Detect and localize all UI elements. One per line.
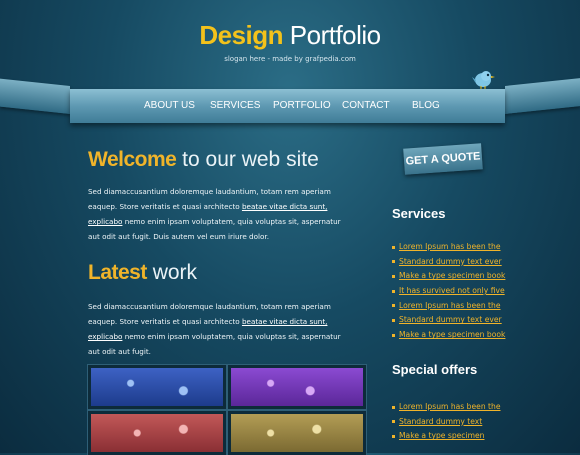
welcome-heading-rest: to our web site [182, 148, 319, 171]
services-link[interactable]: Make a type specimen book [399, 271, 505, 280]
nav-band: ABOUT US SERVICES PORTFOLIO CONTACT BLOG [70, 89, 505, 123]
square-bullet-icon [392, 304, 395, 308]
welcome-text-after: nemo enim ipsam voluptatem, quia volupta… [88, 217, 341, 241]
nav-item-about-us[interactable]: ABOUT US [144, 100, 195, 111]
latest-text-after: nemo enim ipsam voluptatem, quia volupta… [88, 332, 341, 356]
nav-ribbon-left [0, 78, 70, 114]
list-item: Standard dummy text [392, 415, 501, 430]
offers-link[interactable]: Make a type specimen [399, 431, 484, 440]
list-item: It has survived not only five [392, 284, 505, 299]
list-item: Standard dummy text ever [392, 255, 505, 270]
list-item: Standard dummy text ever [392, 313, 505, 328]
latest-heading-accent: Latest [88, 261, 147, 284]
latest-paragraph: Sed diamaccusantium doloremque laudantiu… [88, 299, 353, 359]
offers-link[interactable]: Standard dummy text [399, 417, 482, 426]
nav-item-contact[interactable]: CONTACT [342, 100, 390, 111]
slogan: slogan here - made by grafpedia.com [224, 55, 356, 63]
services-link[interactable]: Standard dummy text ever [399, 315, 502, 324]
special-offers-list: Lorem Ipsum has been the Standard dummy … [392, 400, 501, 444]
services-link[interactable]: Lorem Ipsum has been the [399, 301, 501, 310]
portfolio-thumbnail-purple[interactable] [228, 365, 366, 409]
list-item: Make a type specimen book [392, 269, 505, 284]
list-item: Lorem Ipsum has been the [392, 299, 505, 314]
services-link[interactable]: Lorem Ipsum has been the [399, 242, 501, 251]
square-bullet-icon [392, 434, 395, 438]
welcome-heading: Welcome to our web site [88, 148, 319, 172]
logo-portfolio-text: Portfolio [289, 20, 381, 50]
square-bullet-icon [392, 318, 395, 322]
portfolio-thumbnail-red[interactable] [88, 411, 226, 455]
nav-item-services[interactable]: SERVICES [210, 100, 260, 111]
square-bullet-icon [392, 274, 395, 278]
main-navigation-bar: ABOUT US SERVICES PORTFOLIO CONTACT BLOG [0, 78, 580, 126]
special-offers-heading: Special offers [392, 362, 478, 377]
square-bullet-icon [392, 245, 395, 249]
services-link[interactable]: It has survived not only five [399, 286, 505, 295]
square-bullet-icon [392, 289, 395, 293]
logo-design-text: Design [199, 20, 284, 50]
welcome-paragraph: Sed diamaccusantium doloremque laudantiu… [88, 184, 353, 244]
list-item: Lorem Ipsum has been the [392, 400, 501, 415]
get-a-quote-button[interactable]: GET A QUOTE [403, 143, 483, 175]
square-bullet-icon [392, 333, 395, 337]
services-link[interactable]: Make a type specimen book [399, 330, 505, 339]
latest-heading-rest: work [152, 261, 198, 284]
welcome-heading-accent: Welcome [88, 148, 177, 171]
list-item: Make a type specimen book [392, 328, 505, 343]
portfolio-thumbnail-blue[interactable] [88, 365, 226, 409]
offers-link[interactable]: Lorem Ipsum has been the [399, 402, 501, 411]
nav-item-blog[interactable]: BLOG [412, 100, 440, 111]
services-heading: Services [392, 206, 446, 221]
site-logo[interactable]: Design Portfolio [0, 20, 580, 51]
latest-work-heading: Latest work [88, 261, 197, 285]
list-item: Lorem Ipsum has been the [392, 240, 505, 255]
square-bullet-icon [392, 405, 395, 409]
services-link[interactable]: Standard dummy text ever [399, 257, 502, 266]
services-list: Lorem Ipsum has been the Standard dummy … [392, 240, 505, 343]
portfolio-thumbnail-gold[interactable] [228, 411, 366, 455]
square-bullet-icon [392, 420, 395, 424]
square-bullet-icon [392, 260, 395, 264]
portfolio-thumbnails [88, 365, 366, 455]
nav-item-portfolio[interactable]: PORTFOLIO [273, 100, 331, 111]
list-item: Make a type specimen [392, 429, 501, 444]
